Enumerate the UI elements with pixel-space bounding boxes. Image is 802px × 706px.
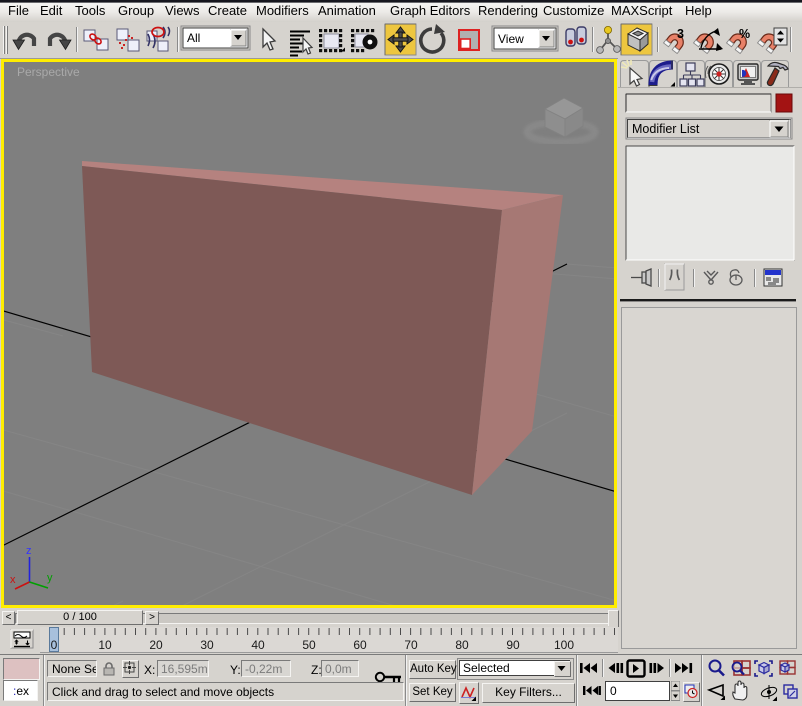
svg-text:40: 40 bbox=[251, 638, 265, 652]
svg-text:80: 80 bbox=[455, 638, 469, 652]
svg-text:%: % bbox=[739, 27, 750, 41]
svg-text:90: 90 bbox=[506, 638, 520, 652]
svg-text:Modifier List: Modifier List bbox=[632, 122, 700, 136]
svg-text:x: x bbox=[10, 574, 16, 586]
svg-text:20: 20 bbox=[149, 638, 163, 652]
svg-text:3: 3 bbox=[677, 27, 684, 41]
svg-text:All: All bbox=[187, 31, 200, 45]
svg-text:70: 70 bbox=[404, 638, 418, 652]
svg-text:100: 100 bbox=[554, 638, 574, 652]
svg-text:60: 60 bbox=[353, 638, 367, 652]
svg-text:10: 10 bbox=[98, 638, 112, 652]
svg-text:50: 50 bbox=[302, 638, 316, 652]
svg-text:z: z bbox=[26, 545, 32, 557]
svg-text:30: 30 bbox=[200, 638, 214, 652]
svg-text:y: y bbox=[47, 572, 53, 584]
svg-text:0: 0 bbox=[51, 638, 58, 652]
svg-text:View: View bbox=[498, 32, 524, 46]
